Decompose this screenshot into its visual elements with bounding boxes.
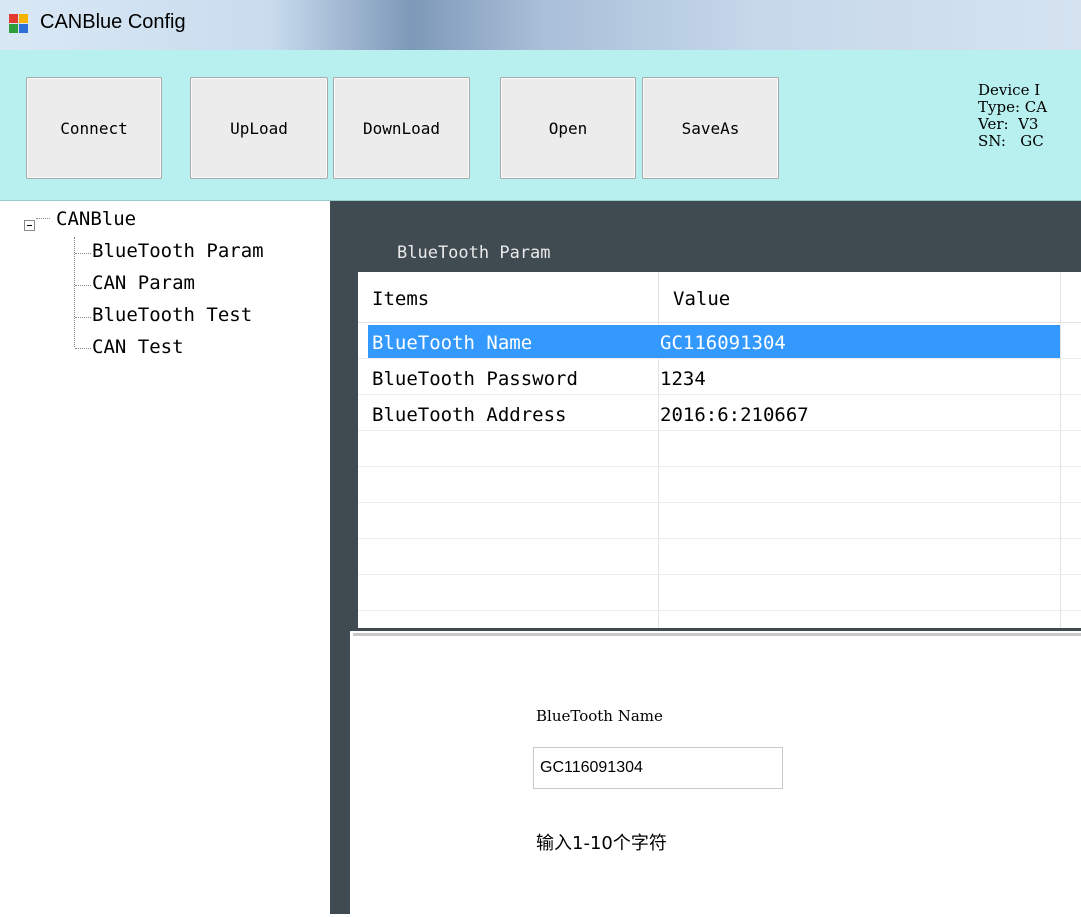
tree-connector: [75, 348, 91, 349]
table-row-item[interactable]: BlueTooth Name: [372, 332, 532, 354]
tree-root-canblue[interactable]: CANBlue: [56, 208, 136, 230]
tree-connector: [75, 285, 91, 286]
tree-connector: [36, 218, 50, 219]
row-divider: [358, 610, 1081, 611]
column-header-items[interactable]: Items: [372, 288, 429, 310]
open-button[interactable]: Open: [500, 77, 636, 179]
table-row-value[interactable]: GC116091304: [660, 332, 786, 354]
table-row-value[interactable]: 1234: [660, 368, 706, 390]
toolbar: Connect UpLoad DownLoad Open SaveAs Devi…: [0, 50, 1081, 201]
table-row-value[interactable]: 2016:6:210667: [660, 404, 809, 426]
tree-item-can-test[interactable]: CAN Test: [92, 336, 184, 358]
device-info-version: Ver: V3: [978, 115, 1039, 133]
device-info: Device I Type: CA Ver: V3 SN: GC: [978, 82, 1047, 150]
panel-title: BlueTooth Param: [397, 243, 551, 263]
field-hint: 输入1-10个字符: [536, 833, 667, 854]
connect-button[interactable]: Connect: [26, 77, 162, 179]
row-divider: [358, 538, 1081, 539]
tree-item-bluetooth-param[interactable]: BlueTooth Param: [92, 240, 264, 262]
tree-connector: [75, 317, 91, 318]
title-bar: CANBlue Config: [0, 0, 1081, 50]
table-row-item[interactable]: BlueTooth Password: [372, 368, 578, 390]
collapse-icon[interactable]: [24, 220, 35, 231]
tree-item-bluetooth-test[interactable]: BlueTooth Test: [92, 304, 252, 326]
row-divider: [358, 574, 1081, 575]
row-divider: [358, 502, 1081, 503]
tree-item-can-param[interactable]: CAN Param: [92, 272, 195, 294]
field-label: BlueTooth Name: [536, 707, 663, 725]
row-divider: [358, 358, 1081, 359]
bluetooth-name-input[interactable]: [533, 747, 783, 789]
column-header-value[interactable]: Value: [673, 288, 730, 310]
tree-connector: [75, 253, 91, 254]
save-as-button[interactable]: SaveAs: [642, 77, 779, 179]
param-grid: Items Value BlueTooth Name GC116091304 B…: [358, 272, 1081, 628]
device-info-line: Device I: [978, 81, 1041, 99]
splitter[interactable]: [330, 201, 350, 914]
upload-button[interactable]: UpLoad: [190, 77, 328, 179]
device-info-sn: SN: GC: [978, 132, 1044, 150]
download-button[interactable]: DownLoad: [333, 77, 470, 179]
row-divider: [358, 430, 1081, 431]
device-info-type: Type: CA: [978, 98, 1048, 116]
table-row-item[interactable]: BlueTooth Address: [372, 404, 566, 426]
app-icon: [8, 13, 30, 35]
row-divider: [358, 394, 1081, 395]
row-divider: [358, 466, 1081, 467]
window-title: CANBlue Config: [40, 11, 186, 33]
